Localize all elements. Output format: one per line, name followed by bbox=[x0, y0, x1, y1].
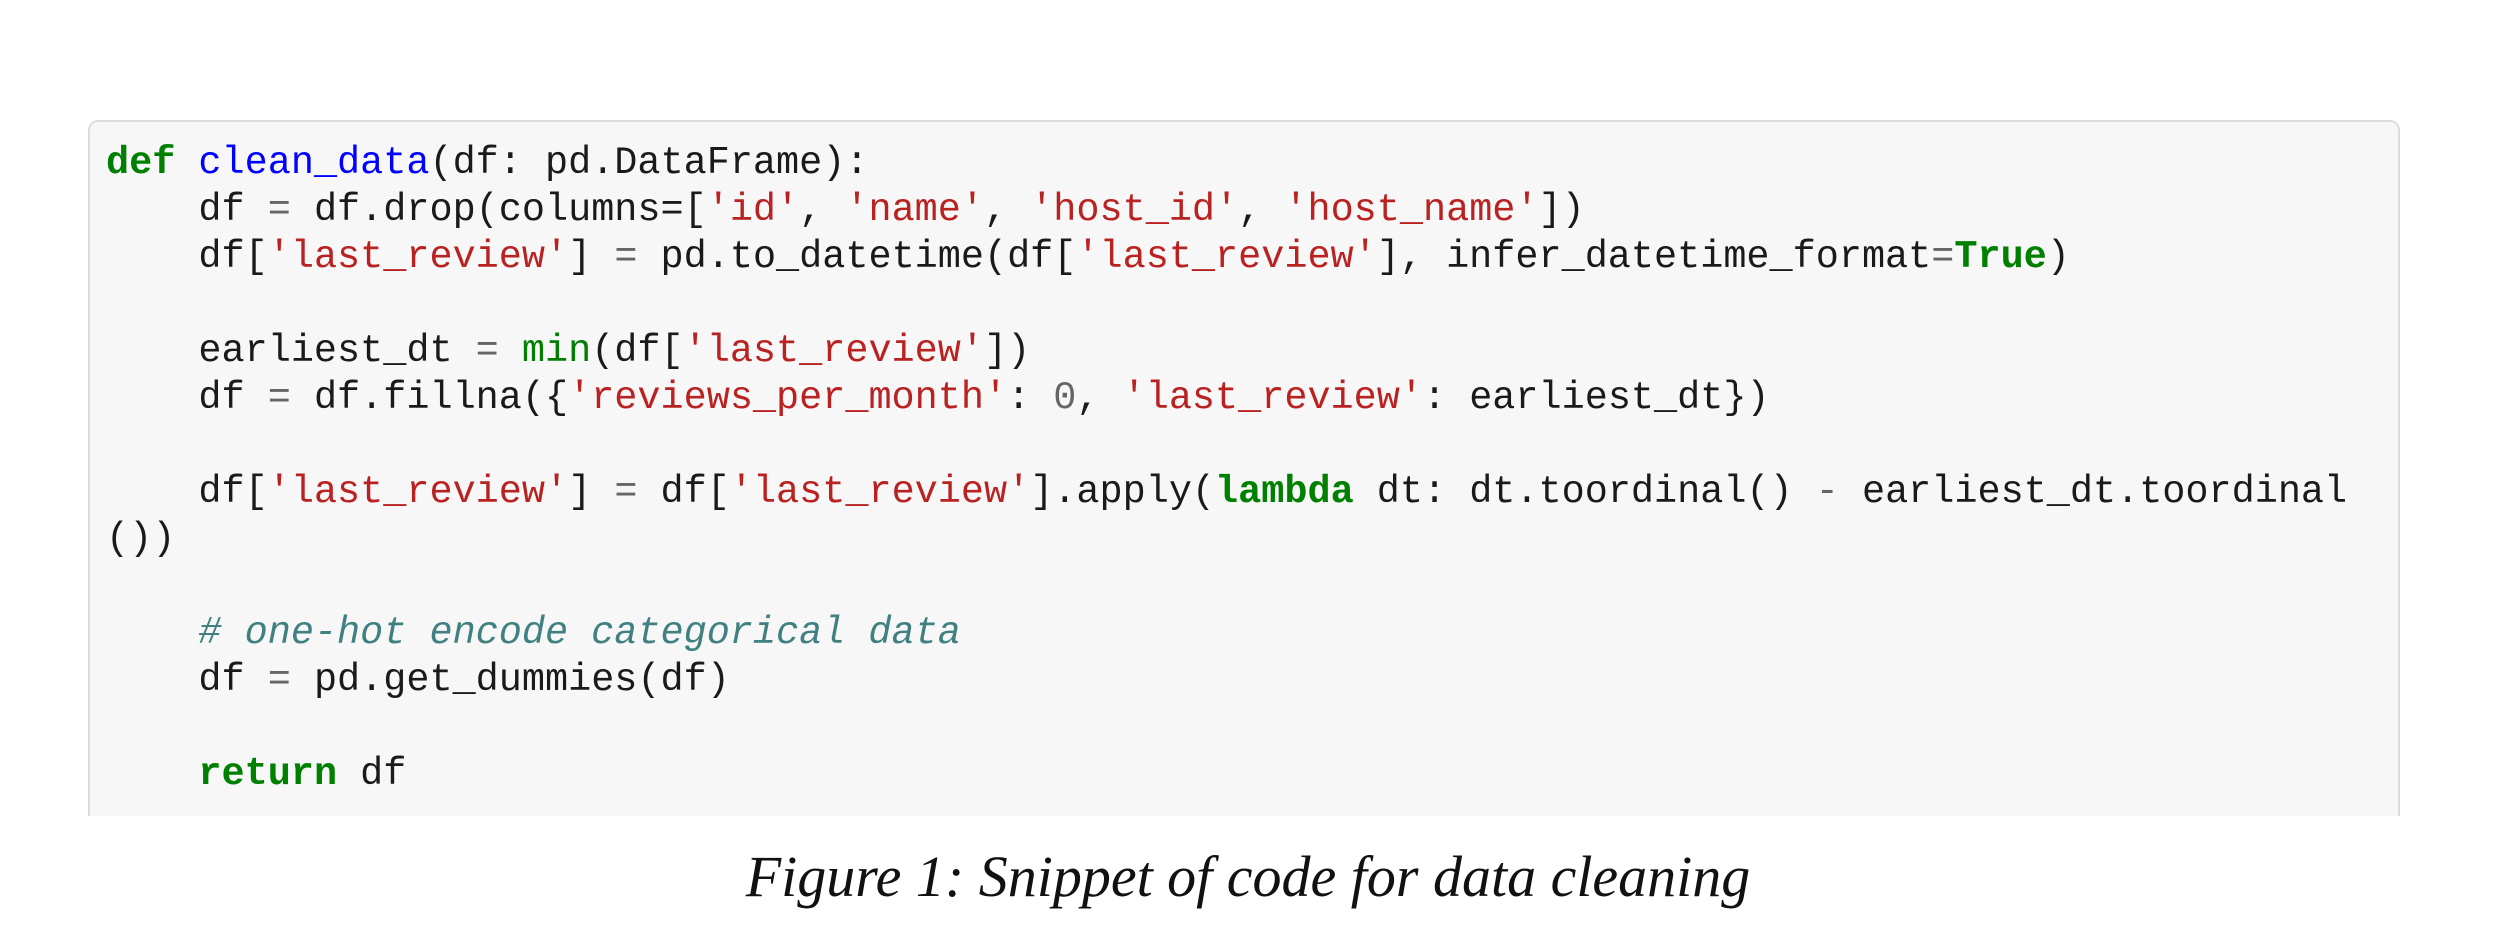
code-token: def bbox=[106, 141, 176, 185]
code-token: 'reviews_per_month' bbox=[568, 376, 1008, 420]
code-line: earliest_dt = min(df['last_review']) bbox=[106, 328, 2347, 375]
code-token: return bbox=[198, 752, 338, 796]
code-token: = bbox=[1931, 235, 1955, 279]
code-token: : earliest_dt}) bbox=[1422, 376, 1770, 420]
code-line: ()) bbox=[106, 516, 2347, 563]
code-line: df = pd.get_dummies(df) bbox=[106, 657, 2347, 704]
code-line: return df bbox=[106, 751, 2347, 798]
code-token: ()) bbox=[106, 517, 176, 561]
code-token: 'id' bbox=[706, 188, 800, 232]
code-token: (df[ bbox=[591, 329, 684, 373]
code-token: df bbox=[106, 376, 268, 420]
code-token: clean_data bbox=[198, 141, 430, 185]
code-token: ) bbox=[2046, 235, 2070, 279]
code-token: 0 bbox=[1053, 376, 1077, 420]
code-token: ].apply( bbox=[1030, 470, 1216, 514]
code-token: 'host_name' bbox=[1284, 188, 1539, 232]
code-token: pd.to_datetime(df[ bbox=[637, 235, 1077, 279]
code-token: ], infer_datetime_format bbox=[1376, 235, 1932, 279]
code-token: df[ bbox=[106, 235, 268, 279]
code-block: def clean_data(df: pd.DataFrame): df = d… bbox=[106, 140, 2347, 798]
code-line: df = df.drop(columns=['id', 'name', 'hos… bbox=[106, 187, 2347, 234]
code-token: = bbox=[267, 376, 291, 420]
code-token: , bbox=[799, 188, 846, 232]
code-token: , bbox=[1238, 188, 1285, 232]
code-token: - bbox=[1815, 470, 1839, 514]
code-token: min bbox=[521, 329, 592, 373]
code-token: ] bbox=[568, 470, 615, 514]
code-token: 'host_id' bbox=[1030, 188, 1239, 232]
code-token: df.fillna({ bbox=[290, 376, 569, 420]
code-line: # one-hot encode categorical data bbox=[106, 610, 2347, 657]
code-token: = bbox=[614, 235, 638, 279]
code-token: df[ bbox=[106, 470, 268, 514]
code-token: 'last_review' bbox=[267, 470, 569, 514]
code-token: , bbox=[1076, 376, 1123, 420]
code-token: 'last_review' bbox=[1076, 235, 1377, 279]
code-token: df.drop(columns=[ bbox=[290, 188, 707, 232]
code-token: # one-hot encode categorical data bbox=[198, 611, 961, 655]
code-token: ]) bbox=[983, 329, 1031, 373]
code-token: 'last_review' bbox=[1122, 376, 1423, 420]
code-token: earliest_dt.toordinal bbox=[1838, 470, 2348, 514]
code-token: ]) bbox=[1538, 188, 1585, 232]
code-token: True bbox=[1954, 235, 2047, 279]
code-token: = bbox=[267, 188, 291, 232]
code-token: : bbox=[1007, 376, 1054, 420]
code-token: pd.get_dummies(df) bbox=[290, 658, 730, 702]
code-token: df bbox=[106, 658, 268, 702]
code-cell: def clean_data(df: pd.DataFrame): df = d… bbox=[88, 120, 2400, 816]
code-token: = bbox=[475, 329, 499, 373]
code-token: dt: dt.toordinal() bbox=[1353, 470, 1816, 514]
code-token: (df: pd.DataFrame): bbox=[429, 141, 869, 185]
figure-caption: Figure 1: Snippet of code for data clean… bbox=[745, 844, 1751, 909]
code-token: = bbox=[267, 658, 291, 702]
code-line: df['last_review'] = df['last_review'].ap… bbox=[106, 469, 2347, 516]
code-token: 'last_review' bbox=[683, 329, 984, 373]
code-token: earliest_dt bbox=[106, 329, 476, 373]
code-token: lambda bbox=[1215, 470, 1354, 514]
code-token: 'name' bbox=[845, 188, 984, 232]
code-token: = bbox=[614, 470, 638, 514]
code-line: def clean_data(df: pd.DataFrame): bbox=[106, 140, 2347, 187]
code-token: ] bbox=[568, 235, 615, 279]
code-token: df bbox=[106, 188, 268, 232]
code-token: df bbox=[337, 752, 407, 796]
code-token: df[ bbox=[637, 470, 730, 514]
code-token: , bbox=[983, 188, 1031, 232]
code-token: 'last_review' bbox=[267, 235, 569, 279]
code-line: df = df.fillna({'reviews_per_month': 0, … bbox=[106, 375, 2347, 422]
code-token: 'last_review' bbox=[729, 470, 1031, 514]
code-line: df['last_review'] = pd.to_datetime(df['l… bbox=[106, 234, 2347, 281]
